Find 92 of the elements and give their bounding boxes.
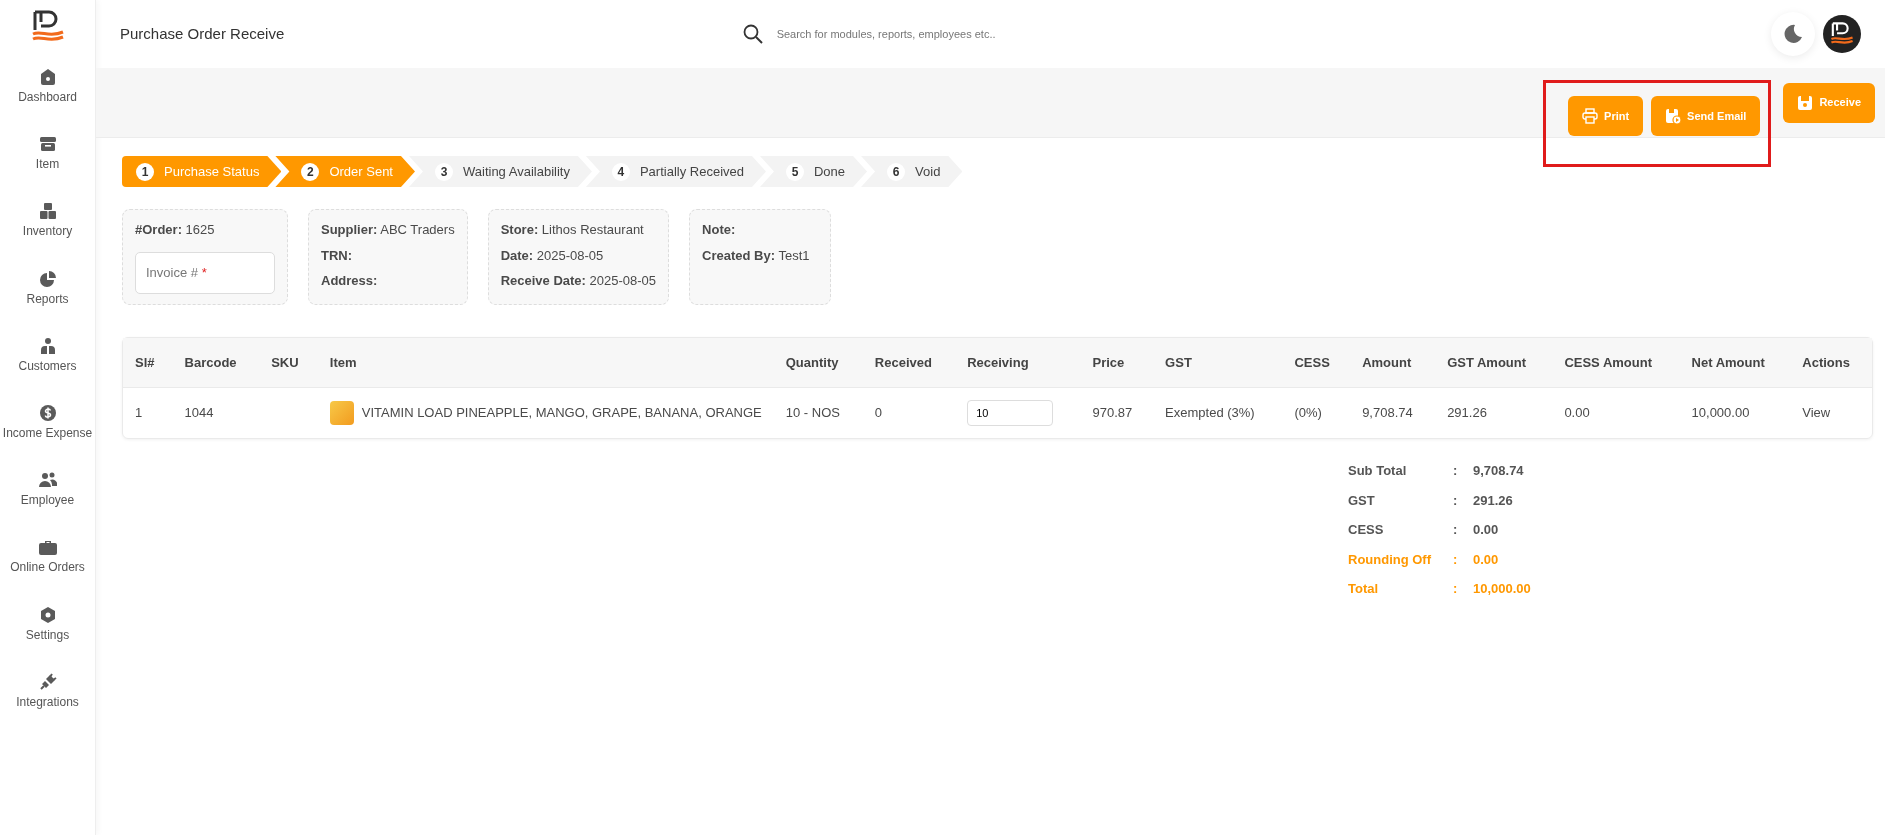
- total-label: GST: [1348, 491, 1376, 510]
- pie-chart-icon: [38, 269, 57, 288]
- total-value: 10,000.00: [1473, 580, 1532, 598]
- moon-icon: [1783, 24, 1803, 44]
- table-cell: Exempted (3%): [1165, 405, 1255, 421]
- total-value: 9,708.74: [1473, 462, 1525, 480]
- boxes-icon: [38, 202, 57, 221]
- sidebar-item[interactable]: Inventory: [1, 202, 94, 240]
- total-value: 0.00: [1473, 550, 1500, 569]
- product-thumbnail: [329, 401, 354, 425]
- table-cell: (0%): [1294, 405, 1322, 421]
- table-cell: 291.26: [1447, 405, 1487, 421]
- column-header: Receiving: [955, 337, 1081, 388]
- total-value: 0.00: [1473, 521, 1500, 539]
- column-header: Net Amount: [1679, 337, 1791, 388]
- total-separator: :: [1453, 580, 1459, 598]
- total-separator: :: [1453, 491, 1459, 510]
- step[interactable]: 2 Order Sent: [275, 156, 415, 187]
- total-label: Rounding Off: [1348, 550, 1433, 569]
- user-icon: [38, 336, 57, 355]
- floppy-icon: [1797, 94, 1814, 111]
- sidebar-item[interactable]: Customers: [1, 336, 94, 374]
- column-header: CESS Amount: [1552, 337, 1680, 388]
- sidebar-item[interactable]: Online Orders: [1, 538, 94, 576]
- archive-box-icon: [38, 135, 57, 154]
- info-field: #Order: 1625: [135, 220, 275, 240]
- users-icon: [38, 471, 57, 490]
- column-header: Quantity: [773, 337, 863, 388]
- column-header: GST: [1153, 337, 1283, 388]
- sidebar-item[interactable]: Employee: [1, 471, 94, 509]
- page-title: Purchase Order Receive: [120, 23, 285, 44]
- search-icon[interactable]: [742, 24, 763, 44]
- step[interactable]: 5 Done: [760, 156, 868, 187]
- total-label: Sub Total: [1348, 462, 1408, 480]
- receiving-input[interactable]: 10: [967, 400, 1054, 426]
- briefcase-icon: [38, 538, 57, 557]
- table-cell: 0.00: [1564, 405, 1590, 421]
- table-cell: 1: [135, 405, 143, 421]
- step[interactable]: 1 Purchase Status: [122, 156, 282, 187]
- table-cell: 10,000.00: [1691, 405, 1750, 421]
- sidebar-item[interactable]: Income Expense: [1, 403, 94, 442]
- sidebar-item[interactable]: Settings: [1, 605, 94, 643]
- table-cell: 9,708.74: [1362, 405, 1413, 421]
- info-field: Date: 2025-08-05: [500, 245, 657, 265]
- info-field: Created By: Test1: [702, 245, 819, 265]
- table-cell: 0: [874, 405, 883, 421]
- info-field: TRN:: [321, 245, 455, 265]
- invoice-field[interactable]: Invoice # *: [135, 251, 275, 294]
- info-field: Receive Date: 2025-08-05: [500, 271, 657, 291]
- total-separator: :: [1453, 550, 1459, 569]
- home-icon: [38, 68, 57, 86]
- step[interactable]: 6 Void: [861, 156, 963, 187]
- column-header: SKU: [259, 337, 318, 388]
- printer-icon: [1582, 108, 1599, 124]
- table-cell: 10 - NOS: [785, 405, 840, 421]
- view-link[interactable]: View: [1802, 405, 1831, 421]
- column-header: Barcode: [172, 337, 260, 388]
- info-field: Note:: [702, 220, 819, 240]
- column-header: Actions: [1790, 337, 1872, 388]
- plug-icon: [38, 672, 57, 691]
- hexagon-gear-icon: [38, 605, 57, 624]
- sidebar-item[interactable]: Item: [1, 135, 94, 173]
- column-header: Price: [1080, 337, 1154, 388]
- column-header: Amount: [1350, 337, 1436, 388]
- step[interactable]: 3 Waiting Availability: [409, 156, 592, 187]
- avatar-logo-button[interactable]: [1823, 15, 1861, 53]
- step[interactable]: 4 Partially Received: [585, 156, 766, 187]
- search-field[interactable]: Search for modules, reports, employees etc..: [774, 24, 1155, 44]
- sidebar-item[interactable]: Integrations: [1, 672, 94, 710]
- total-separator: :: [1453, 462, 1459, 480]
- info-field: Address:: [321, 271, 455, 291]
- info-field: Supplier: ABC Traders: [321, 220, 455, 240]
- column-header: GST Amount: [1435, 337, 1553, 388]
- column-header: Received: [862, 337, 956, 388]
- table-cell: 1044: [184, 405, 214, 421]
- floppy-send-icon: [1665, 108, 1682, 124]
- logo-icon: [30, 10, 65, 44]
- table-cell-text: VITAMIN LOAD PINEAPPLE, MANGO, GRAPE, BANANA, ORANGE: [361, 404, 762, 423]
- column-header: Sl#: [123, 337, 173, 388]
- total-separator: :: [1453, 521, 1459, 539]
- column-header: Item: [317, 337, 774, 388]
- sidebar-item[interactable]: Reports: [1, 269, 94, 307]
- info-field: Store: Lithos Restaurant: [500, 220, 657, 240]
- total-label: Total: [1348, 580, 1380, 598]
- logo-icon: [1830, 22, 1854, 46]
- column-header: CESS: [1282, 337, 1351, 388]
- table-cell: 970.87: [1092, 405, 1133, 421]
- total-label: CESS: [1348, 521, 1385, 539]
- theme-toggle-button[interactable]: [1771, 12, 1815, 56]
- sidebar-item[interactable]: Dashboard: [1, 68, 94, 106]
- total-value: 291.26: [1473, 491, 1514, 510]
- dollar-circle-icon: [38, 403, 57, 422]
